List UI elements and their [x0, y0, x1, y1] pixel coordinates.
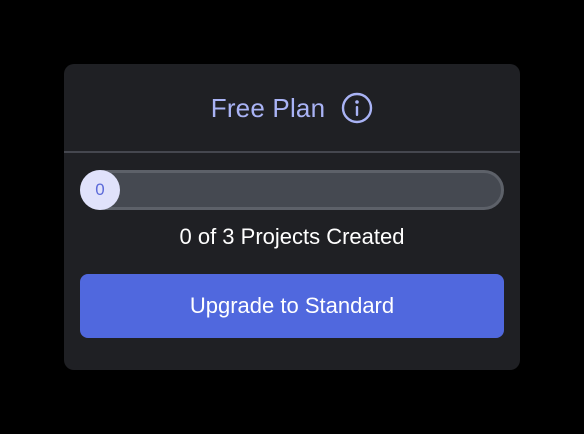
plan-card: Free Plan 0 0 of 3 Projects Created Upgr…	[64, 64, 520, 370]
plan-header: Free Plan	[64, 64, 520, 152]
projects-progress-bar	[80, 170, 504, 210]
info-circle-icon	[342, 92, 373, 124]
plan-title: Free Plan	[210, 92, 326, 123]
projects-status-text: 0 of 3 Projects Created	[179, 224, 405, 249]
upgrade-button[interactable]: Upgrade to Standard	[80, 274, 504, 338]
header-divider	[64, 151, 520, 153]
info-icon[interactable]	[341, 92, 373, 124]
progress-knob: 0	[80, 170, 120, 210]
